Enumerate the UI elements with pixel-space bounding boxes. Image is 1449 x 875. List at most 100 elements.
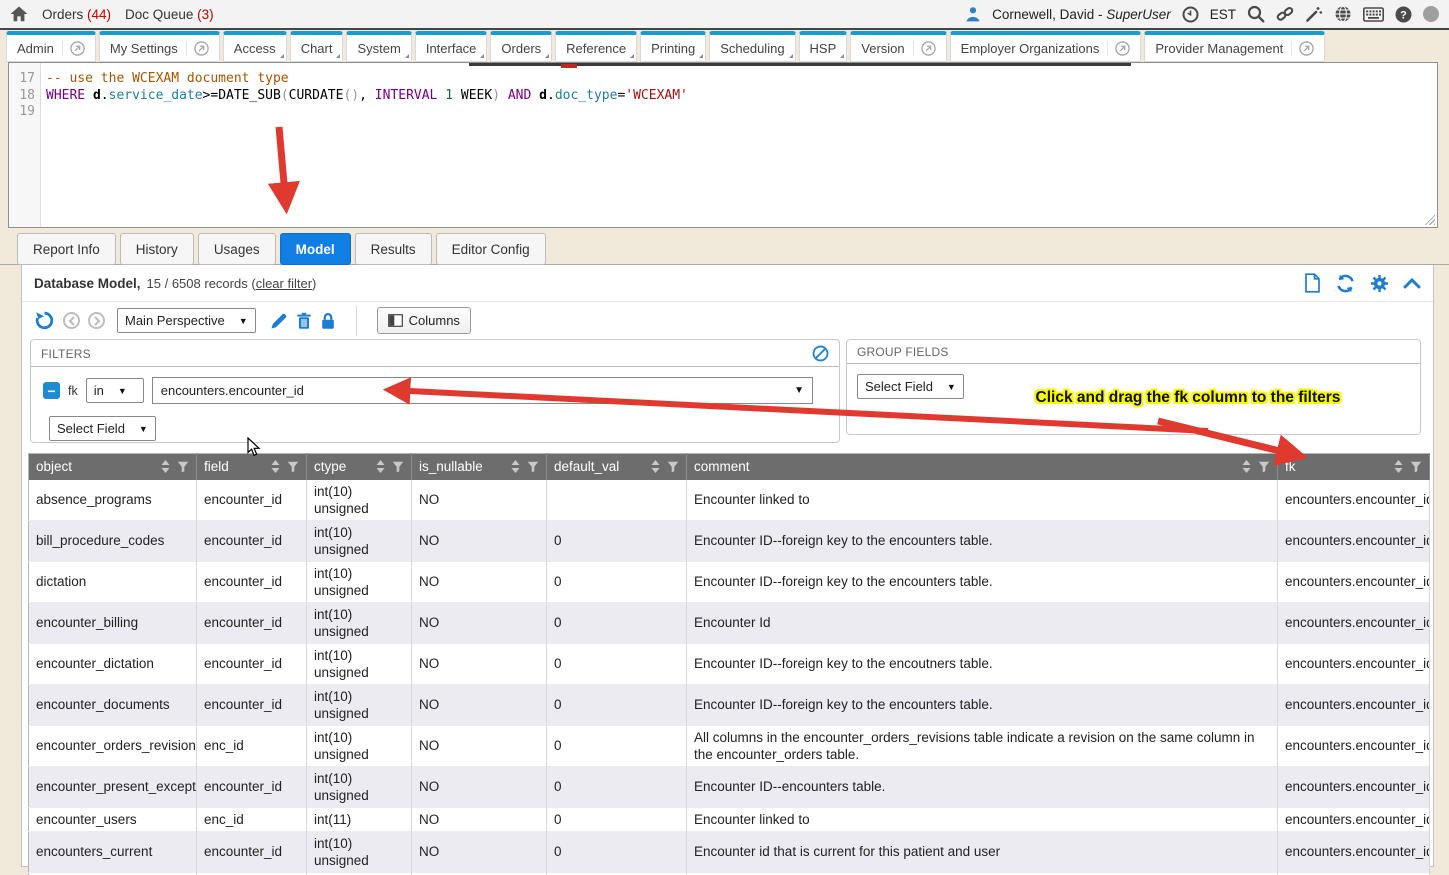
user-menu[interactable]: Cornewell, David - SuperUser — [992, 7, 1171, 22]
keyboard-icon[interactable] — [1363, 7, 1384, 22]
tab-access[interactable]: Access — [223, 31, 287, 62]
columns-button[interactable]: Columns — [377, 307, 471, 334]
subtab-usages[interactable]: Usages — [198, 233, 276, 265]
clear-filters-icon[interactable] — [812, 345, 829, 362]
table-cell: encounters_current — [29, 831, 197, 872]
table-cell: int(10) unsigned — [307, 561, 412, 602]
filter-funnel-icon[interactable] — [1258, 461, 1270, 473]
tab-printing[interactable]: Printing — [640, 31, 706, 62]
gear-icon[interactable] — [1370, 274, 1389, 293]
link-icon[interactable] — [1276, 5, 1294, 23]
nav-doc-queue[interactable]: Doc Queue (3) — [125, 7, 214, 22]
home-icon[interactable] — [10, 6, 28, 22]
table-cell: encounters.encounter_id — [1278, 807, 1430, 831]
tab-chart[interactable]: Chart — [290, 31, 344, 62]
column-header-field[interactable]: field — [197, 454, 307, 480]
subtab-report-info[interactable]: Report Info — [17, 233, 116, 265]
subtab-results[interactable]: Results — [355, 233, 432, 265]
remove-filter-button[interactable]: − — [43, 382, 60, 399]
chevron-down-icon: ▼ — [139, 424, 148, 434]
menu-indicator-icon — [405, 54, 409, 58]
collapse-panel-icon[interactable] — [1403, 277, 1421, 289]
column-header-comment[interactable]: comment — [687, 454, 1278, 480]
perspective-select[interactable]: Main Perspective▼ — [117, 308, 256, 333]
editor-resize-handle[interactable] — [1422, 212, 1435, 225]
filter-funnel-icon[interactable] — [527, 461, 539, 473]
globe-icon[interactable] — [1334, 5, 1352, 23]
sort-icon[interactable] — [1242, 460, 1251, 473]
filter-operator-select[interactable]: in▼ — [86, 378, 144, 403]
editor-code-area[interactable]: -- use the WCEXAM document typeWHERE d.s… — [41, 63, 1437, 227]
subtab-history[interactable]: History — [120, 233, 194, 265]
tab-label: Orders — [501, 41, 541, 56]
tab-interface[interactable]: Interface — [415, 31, 488, 62]
table-row: encounters_currentencounter_idint(10) un… — [29, 831, 1430, 872]
clear-filter-link[interactable]: clear filter — [256, 276, 312, 291]
table-row: absence_programsencounter_idint(10) unsi… — [29, 480, 1430, 521]
lock-icon[interactable] — [320, 312, 336, 330]
combobox-dropdown-icon[interactable]: ▼ — [794, 385, 804, 396]
open-in-new-icon[interactable] — [1107, 41, 1130, 56]
search-icon[interactable] — [1247, 5, 1265, 23]
filter-funnel-icon[interactable] — [392, 461, 404, 473]
subtab-model[interactable]: Model — [280, 233, 351, 265]
column-header-object[interactable]: object — [29, 454, 197, 480]
table-cell: encounter_id — [197, 643, 307, 684]
column-header-fk[interactable]: fk — [1278, 454, 1430, 480]
table-cell: enc_id — [197, 725, 307, 766]
subtab-editor-config[interactable]: Editor Config — [436, 233, 546, 265]
tab-scheduling[interactable]: Scheduling — [709, 31, 795, 62]
table-cell: encounter_id — [197, 766, 307, 807]
tab-admin[interactable]: Admin — [6, 31, 96, 62]
table-cell: 0 — [547, 520, 687, 561]
column-header-is-nullable[interactable]: is_nullable — [412, 454, 547, 480]
filter-funnel-icon[interactable] — [177, 461, 189, 473]
column-header-ctype[interactable]: ctype — [307, 454, 412, 480]
open-in-new-icon[interactable] — [62, 41, 85, 56]
add-filter-field-select[interactable]: Select Field▼ — [49, 416, 156, 441]
tab-reference[interactable]: Reference — [555, 31, 637, 62]
tab-orders[interactable]: Orders — [490, 31, 552, 62]
open-in-new-icon[interactable] — [186, 41, 209, 56]
tab-employer-organizations[interactable]: Employer Organizations — [950, 31, 1142, 62]
history-back-button[interactable] — [63, 312, 80, 329]
group-field-select[interactable]: Select Field▼ — [857, 374, 964, 399]
open-in-new-icon[interactable] — [913, 41, 936, 56]
table-cell: NO — [412, 684, 547, 725]
delete-trash-icon[interactable] — [296, 312, 312, 330]
sort-icon[interactable] — [651, 460, 660, 473]
tab-hsp[interactable]: HSP — [799, 31, 848, 62]
table-cell: Encounter id that is current for this pa… — [687, 831, 1278, 872]
sort-icon[interactable] — [271, 460, 280, 473]
filter-funnel-icon[interactable] — [667, 461, 679, 473]
table-row: encounter_usersenc_idint(11)NO0Encounter… — [29, 807, 1430, 831]
nav-orders[interactable]: Orders (44) — [42, 7, 111, 22]
new-document-icon[interactable] — [1304, 273, 1321, 293]
sort-icon[interactable] — [1394, 460, 1403, 473]
editor-lines: -- use the WCEXAM document typeWHERE d.s… — [46, 71, 1437, 121]
edit-pencil-icon[interactable] — [270, 312, 288, 330]
sort-icon[interactable] — [376, 460, 385, 473]
table-cell: 0 — [547, 602, 687, 643]
table-cell: encounters.encounter_id — [1278, 766, 1430, 807]
tab-my-settings[interactable]: My Settings — [99, 31, 220, 62]
undo-icon[interactable] — [34, 310, 55, 331]
filter-funnel-icon[interactable] — [287, 461, 299, 473]
chevron-down-icon: ▼ — [239, 316, 248, 326]
refresh-icon[interactable] — [1335, 274, 1356, 293]
tab-provider-management[interactable]: Provider Management — [1144, 31, 1325, 62]
column-header-default-val[interactable]: default_val — [547, 454, 687, 480]
open-in-new-icon[interactable] — [1291, 41, 1314, 56]
table-cell: Encounter ID--encounters table. — [687, 766, 1278, 807]
history-forward-button[interactable] — [88, 312, 105, 329]
sort-icon[interactable] — [161, 460, 170, 473]
table-cell: encounters.encounter_id — [1278, 480, 1430, 521]
tab-version[interactable]: Version — [850, 31, 946, 62]
tab-system[interactable]: System — [346, 31, 411, 62]
help-icon[interactable]: ? — [1395, 6, 1412, 23]
filter-funnel-icon[interactable] — [1410, 461, 1422, 473]
sort-icon[interactable] — [511, 460, 520, 473]
table-cell: NO — [412, 561, 547, 602]
filter-value-combobox[interactable]: encounters.encounter_id▼ — [152, 377, 813, 404]
wand-icon[interactable] — [1305, 5, 1323, 23]
